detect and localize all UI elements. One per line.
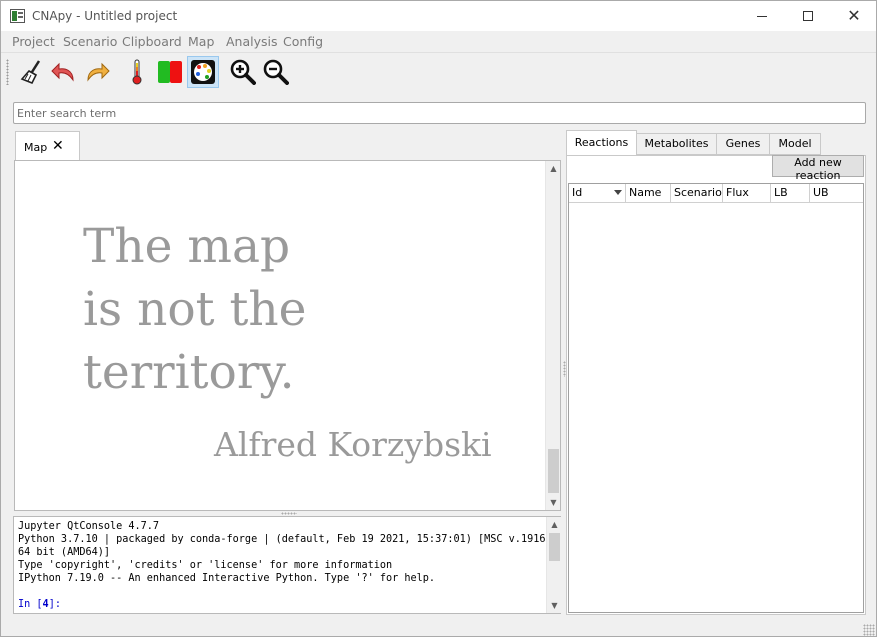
console-prompt[interactable]: In [4]: [18, 599, 61, 610]
sort-descending-icon [614, 190, 622, 195]
reactions-table[interactable]: Id Name Scenario Flux LB UB [568, 183, 864, 613]
scroll-down-icon[interactable]: ▼ [547, 598, 562, 613]
resize-grip[interactable] [863, 624, 875, 636]
undo-icon [51, 62, 74, 82]
menu-analysis[interactable]: Analysis [226, 34, 278, 49]
color-scale-icon [158, 61, 182, 83]
minimize-button[interactable] [739, 1, 785, 31]
scroll-up-icon[interactable]: ▲ [547, 517, 562, 532]
maximize-icon [803, 11, 813, 21]
close-window-button[interactable]: ✕ [831, 1, 877, 31]
title-bar: CNApy - Untitled project ✕ [1, 1, 876, 31]
column-header-id[interactable]: Id [569, 184, 626, 203]
tab-map-label: Map [24, 141, 48, 154]
tab-metabolites[interactable]: Metabolites [636, 133, 717, 155]
ipython-console[interactable]: Jupyter QtConsole 4.7.7 Python 3.7.10 | … [13, 516, 561, 614]
console-line: Python 3.7.10 | packaged by conda-forge … [18, 534, 546, 545]
tab-map[interactable]: Map ✕ [15, 131, 80, 161]
map-view[interactable]: The map is not the territory. Alfred Kor… [14, 160, 561, 511]
menu-project[interactable]: Project [12, 34, 55, 49]
map-quote: The map is not the territory. [83, 215, 306, 404]
thermometer-icon [132, 59, 142, 85]
column-header-name[interactable]: Name [626, 184, 671, 203]
zoom-in-button[interactable] [227, 56, 259, 88]
window-title: CNApy - Untitled project [32, 9, 178, 23]
clear-button[interactable] [16, 56, 48, 88]
broom-icon [20, 60, 41, 85]
menu-scenario[interactable]: Scenario [63, 34, 117, 49]
menu-config[interactable]: Config [283, 34, 323, 49]
toolbar-grip[interactable] [6, 59, 9, 85]
quote-line: is not the [83, 282, 307, 337]
column-header-scenario[interactable]: Scenario [671, 184, 723, 203]
scroll-track [548, 177, 559, 447]
redo-icon [87, 62, 110, 82]
splitter-handle[interactable] [281, 512, 297, 515]
tab-genes[interactable]: Genes [716, 133, 770, 155]
menu-bar: Project Scenario Clipboard Map Analysis … [1, 31, 876, 52]
heatmap-button[interactable] [121, 56, 153, 88]
add-reaction-button[interactable]: Add new reaction [772, 155, 864, 182]
maximize-button[interactable] [785, 1, 831, 31]
console-line: 64 bit (AMD64)] [18, 547, 111, 558]
menu-clipboard[interactable]: Clipboard [122, 34, 182, 49]
scroll-thumb[interactable] [548, 449, 559, 493]
scroll-down-icon[interactable]: ▼ [546, 495, 561, 510]
zoom-in-icon [230, 59, 256, 85]
palette-icon [191, 60, 215, 84]
tab-reactions[interactable]: Reactions [566, 130, 637, 156]
close-tab-icon[interactable]: ✕ [52, 138, 64, 154]
toolbar [1, 52, 876, 90]
undo-button[interactable] [48, 56, 80, 88]
tab-model[interactable]: Model [769, 133, 821, 155]
console-line: Jupyter QtConsole 4.7.7 [18, 521, 160, 532]
console-line: IPython 7.19.0 -- An enhanced Interactiv… [18, 573, 436, 584]
console-scrollbar[interactable]: ▲ ▼ [546, 517, 561, 613]
prompt-label: In [ [18, 599, 43, 610]
column-header-flux[interactable]: Flux [723, 184, 771, 203]
quote-line: territory. [83, 345, 295, 400]
map-scrollbar[interactable]: ▲ ▼ [545, 161, 560, 510]
prompt-end: ]: [48, 599, 61, 610]
palette-button[interactable] [187, 56, 219, 88]
close-icon: ✕ [847, 6, 861, 25]
app-logo-icon [10, 9, 25, 23]
quote-author: Alfred Korzybski [214, 425, 492, 464]
menu-map[interactable]: Map [188, 34, 214, 49]
minimize-icon [757, 15, 767, 17]
zoom-out-icon [263, 59, 289, 85]
zoom-out-button[interactable] [260, 56, 292, 88]
console-line: Type 'copyright', 'credits' or 'license'… [18, 560, 393, 571]
column-header-ub[interactable]: UB [810, 184, 863, 203]
column-label: Id [572, 186, 583, 199]
app-window: CNApy - Untitled project ✕ Project Scena… [0, 0, 877, 637]
scroll-up-icon[interactable]: ▲ [546, 161, 561, 176]
color-scale-button[interactable] [154, 56, 186, 88]
scroll-thumb[interactable] [549, 533, 560, 561]
column-header-lb[interactable]: LB [771, 184, 810, 203]
quote-line: The map [83, 219, 291, 274]
redo-button[interactable] [81, 56, 113, 88]
table-header: Id Name Scenario Flux LB UB [569, 184, 863, 203]
search-input[interactable] [13, 102, 866, 124]
